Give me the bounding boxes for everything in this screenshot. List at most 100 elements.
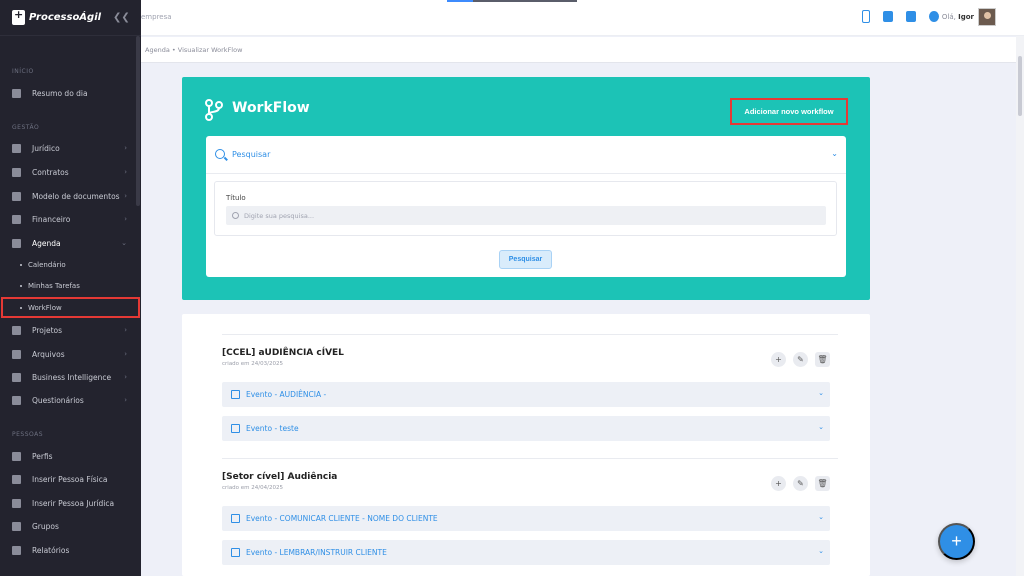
sidebar-item-resumo[interactable]: Resumo do dia bbox=[0, 82, 141, 104]
avatar[interactable] bbox=[978, 8, 996, 26]
add-workflow-button[interactable]: Adicionar novo workflow bbox=[730, 98, 848, 125]
chevron-down-icon[interactable]: ⌄ bbox=[818, 389, 824, 397]
sidebar-item-contratos[interactable]: Contratos › bbox=[0, 161, 141, 183]
group-icon bbox=[12, 521, 21, 531]
section-label-pessoas: PESSOAS bbox=[12, 431, 44, 438]
sidebar-item-label: Inserir Pessoa Jurídica bbox=[32, 498, 115, 508]
workflow-actions: + ✎ 🗑 bbox=[771, 476, 830, 491]
event-row[interactable]: Evento - COMUNICAR CLIENTE - NOME DO CLI… bbox=[222, 506, 830, 531]
divider bbox=[222, 458, 838, 459]
folder-icon bbox=[12, 349, 21, 359]
page-scrollbar[interactable] bbox=[1016, 36, 1024, 576]
bullet-icon bbox=[20, 285, 22, 287]
sidebar-item-modelo-documentos[interactable]: Modelo de documentos › bbox=[0, 185, 141, 207]
phone-icon[interactable] bbox=[862, 10, 870, 23]
gear-icon[interactable] bbox=[929, 11, 939, 22]
search-panel-header[interactable]: Pesquisar ⌄ bbox=[206, 136, 846, 174]
bullet-icon bbox=[20, 264, 22, 266]
divider bbox=[222, 334, 838, 335]
collapse-sidebar-icon[interactable]: ❮❮ bbox=[113, 12, 130, 23]
sidebar-item-questionarios[interactable]: Questionários › bbox=[0, 389, 141, 411]
fab-add-button[interactable]: + bbox=[938, 523, 975, 560]
brand-logo-icon bbox=[12, 8, 25, 25]
sidebar-item-grupos[interactable]: Grupos bbox=[0, 515, 141, 537]
title-search-input[interactable] bbox=[226, 206, 826, 225]
sidebar-item-inserir-pessoa-juridica[interactable]: Inserir Pessoa Jurídica bbox=[0, 492, 141, 514]
user-plus-icon bbox=[12, 474, 21, 484]
add-icon[interactable]: + bbox=[771, 476, 786, 491]
event-label: Evento - AUDIÊNCIA - bbox=[246, 390, 327, 399]
gavel-icon bbox=[12, 143, 21, 153]
breadcrumb[interactable]: Agenda • Visualizar WorkFlow bbox=[145, 46, 242, 54]
document-icon bbox=[12, 167, 21, 177]
trash-icon[interactable]: 🗑 bbox=[815, 352, 830, 367]
projects-icon bbox=[12, 325, 21, 335]
calendar-icon bbox=[231, 548, 240, 557]
trash-icon[interactable]: 🗑 bbox=[815, 476, 830, 491]
workflow-highlight-box bbox=[1, 297, 140, 318]
workflow-card: [CCEL] aUDIÊNCIA cÍVEL criado em 24/03/2… bbox=[214, 334, 838, 454]
workflow-actions: + ✎ 🗑 bbox=[771, 352, 830, 367]
add-icon[interactable]: + bbox=[771, 352, 786, 367]
user-icon bbox=[12, 451, 21, 461]
calendar-icon bbox=[231, 390, 240, 399]
sidebar-item-financeiro[interactable]: Financeiro › bbox=[0, 208, 141, 230]
sidebar-subitem-calendario[interactable]: Calendário bbox=[20, 261, 66, 269]
workflow-date: criado em 24/03/2025 bbox=[222, 361, 283, 367]
event-row[interactable]: Evento - AUDIÊNCIA - ⌄ bbox=[222, 382, 830, 407]
edit-icon[interactable]: ✎ bbox=[793, 476, 808, 491]
calendar-icon bbox=[12, 238, 21, 248]
sidebar-item-arquivos[interactable]: Arquivos › bbox=[0, 343, 141, 365]
user-greeting[interactable]: Olá, Igor bbox=[942, 13, 974, 21]
section-label-inicio: INÍCIO bbox=[12, 68, 34, 75]
calendar-icon bbox=[231, 514, 240, 523]
sidebar: ProcessoÁgil ❮❮ INÍCIO Resumo do dia GES… bbox=[0, 0, 141, 576]
sidebar-item-label: Jurídico bbox=[32, 143, 60, 153]
chevron-down-icon[interactable]: ⌄ bbox=[818, 423, 824, 431]
event-row[interactable]: Evento - teste ⌄ bbox=[222, 416, 830, 441]
event-label: Evento - teste bbox=[246, 424, 299, 433]
top-icons bbox=[862, 10, 939, 23]
mail-icon[interactable] bbox=[906, 11, 916, 22]
sidebar-item-label: Questionários bbox=[32, 395, 84, 405]
sidebar-item-label: Resumo do dia bbox=[32, 88, 88, 98]
top-header: empresa Olá, Igor bbox=[141, 0, 1024, 36]
dollar-icon bbox=[12, 214, 21, 224]
sidebar-item-agenda[interactable]: Agenda ⌄ bbox=[0, 232, 141, 254]
search-panel: Pesquisar ⌄ Título Pesquisar bbox=[206, 136, 846, 277]
chevron-down-icon[interactable]: ⌄ bbox=[818, 513, 824, 521]
sidebar-item-projetos[interactable]: Projetos › bbox=[0, 319, 141, 341]
sidebar-item-business-intelligence[interactable]: Business Intelligence › bbox=[0, 366, 141, 388]
chevron-down-icon[interactable]: ⌄ bbox=[818, 547, 824, 555]
workflow-title: [CCEL] aUDIÊNCIA cÍVEL bbox=[222, 348, 344, 358]
search-button[interactable]: Pesquisar bbox=[499, 250, 552, 269]
brand-name: ProcessoÁgil bbox=[29, 12, 102, 23]
company-selector[interactable]: empresa bbox=[141, 13, 172, 21]
questionnaire-icon bbox=[12, 395, 21, 405]
sidebar-item-relatorios[interactable]: Relatórios bbox=[0, 539, 141, 561]
sidebar-item-juridico[interactable]: Jurídico › bbox=[0, 137, 141, 159]
chevron-right-icon: › bbox=[124, 144, 127, 152]
page-title: WorkFlow bbox=[232, 100, 310, 116]
edit-icon[interactable]: ✎ bbox=[793, 352, 808, 367]
filter-box: Título bbox=[214, 181, 837, 236]
chevron-right-icon: › bbox=[124, 326, 127, 334]
sidebar-item-label: Business Intelligence bbox=[32, 372, 112, 382]
event-row[interactable]: Evento - LEMBRAR/INSTRUIR CLIENTE ⌄ bbox=[222, 540, 830, 565]
sidebar-subitem-minhas-tarefas[interactable]: Minhas Tarefas bbox=[20, 282, 80, 290]
document-template-icon bbox=[12, 191, 21, 201]
file-icon[interactable] bbox=[883, 11, 893, 22]
sidebar-item-label: Modelo de documentos bbox=[32, 191, 120, 201]
title-field-label: Título bbox=[226, 194, 246, 202]
search-icon bbox=[215, 149, 225, 159]
sidebar-item-inserir-pessoa-fisica[interactable]: Inserir Pessoa Física bbox=[0, 468, 141, 490]
chevron-down-icon: ⌄ bbox=[121, 239, 127, 247]
sidebar-item-perfis[interactable]: Perfis bbox=[0, 445, 141, 467]
sidebar-item-label: Financeiro bbox=[32, 214, 71, 224]
search-icon bbox=[232, 212, 239, 219]
chevron-down-icon[interactable]: ⌄ bbox=[831, 149, 838, 158]
user-name: Igor bbox=[958, 13, 974, 21]
sidebar-subitem-label: Calendário bbox=[28, 261, 66, 269]
event-label: Evento - COMUNICAR CLIENTE - NOME DO CLI… bbox=[246, 514, 438, 523]
sidebar-item-label: Perfis bbox=[32, 451, 53, 461]
